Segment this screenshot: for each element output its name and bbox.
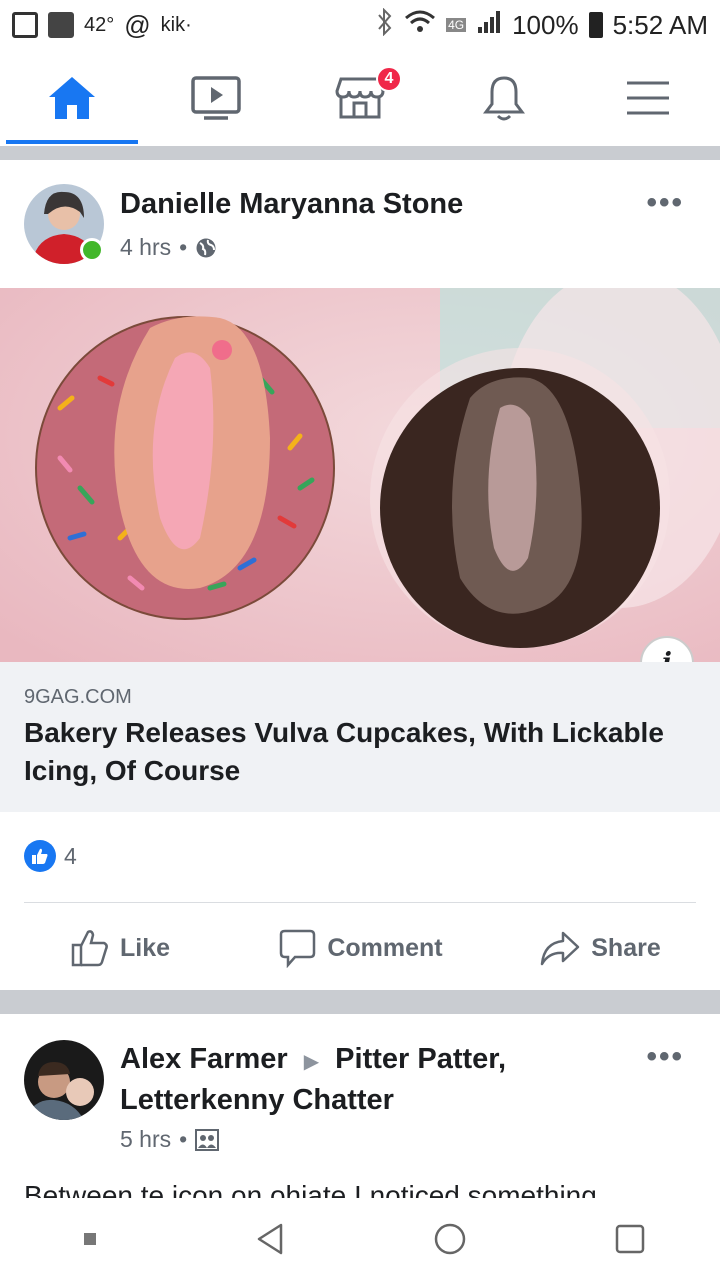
link-title: Bakery Releases Vulva Cupcakes, With Lic…	[24, 717, 664, 786]
home-circle-icon	[434, 1223, 466, 1255]
like-button[interactable]: Like	[0, 906, 240, 990]
comment-label: Comment	[327, 933, 443, 962]
gallery-icon	[48, 12, 74, 38]
notes-icon	[12, 12, 38, 38]
feed-divider	[0, 146, 720, 160]
overview-square-icon	[615, 1224, 645, 1254]
share-button[interactable]: Share	[480, 906, 720, 990]
like-count: 4	[64, 842, 77, 869]
post-time[interactable]: 4 hrs	[120, 234, 171, 261]
network-type: 4G	[446, 18, 467, 32]
link-preview-image[interactable]	[0, 288, 720, 662]
meta-dot: •	[179, 1126, 188, 1152]
arrow-right-icon: ▶	[303, 1051, 320, 1073]
feed-divider	[0, 990, 720, 1014]
share-icon	[541, 931, 580, 966]
more-options-icon[interactable]: •••	[646, 1040, 684, 1074]
temperature: 42°	[84, 13, 115, 36]
post-author: Alex Farmer ▶ Pitter Patter, Letterkenny…	[120, 1040, 660, 1119]
status-bar: 42° @ kik· 4G 100% 5:52 AM	[0, 0, 720, 50]
globe-icon	[196, 238, 216, 257]
share-label: Share	[591, 933, 661, 962]
online-indicator	[80, 238, 104, 262]
post-meta: 4 hrs •	[120, 234, 217, 261]
bell-icon	[483, 76, 525, 121]
top-navigation: 4	[0, 50, 720, 146]
notification-badge: 4	[376, 66, 402, 92]
square-dot-icon	[84, 1233, 96, 1245]
kik-icon: kik·	[160, 13, 192, 36]
wifi-icon	[404, 9, 436, 42]
like-reaction-icon	[24, 840, 56, 872]
back-triangle-icon	[257, 1223, 283, 1255]
overview-button[interactable]	[540, 1223, 720, 1255]
tab-home[interactable]	[0, 50, 144, 146]
group-icon	[195, 1128, 220, 1151]
home-button[interactable]	[360, 1222, 540, 1256]
tab-menu[interactable]	[576, 50, 720, 146]
clock: 5:52 AM	[612, 9, 708, 40]
comment-icon	[280, 929, 316, 968]
tab-marketplace[interactable]: 4	[288, 50, 432, 146]
thumbs-up-icon	[71, 930, 108, 967]
battery-icon	[588, 12, 603, 38]
avatar[interactable]	[24, 1040, 104, 1120]
recents-dot-button[interactable]	[0, 1233, 180, 1245]
link-domain: 9GAG.COM	[24, 686, 132, 708]
home-icon	[49, 77, 95, 119]
system-navigation-bar	[0, 1198, 720, 1280]
actions-separator	[24, 902, 696, 903]
video-icon	[191, 76, 241, 120]
hamburger-icon	[627, 81, 669, 115]
reaction-summary[interactable]: 4	[24, 840, 77, 872]
tab-watch[interactable]	[144, 50, 288, 146]
post-author-name[interactable]: Alex Farmer	[120, 1043, 288, 1075]
post-actions: Like Comment Share	[0, 906, 720, 990]
link-preview-box[interactable]: 9GAG.COM Bakery Releases Vulva Cupcakes,…	[0, 662, 720, 812]
post-author[interactable]: Danielle Maryanna Stone	[120, 188, 463, 221]
tab-notifications[interactable]	[432, 50, 576, 146]
post-meta: 5 hrs •	[120, 1126, 220, 1153]
signal-icon	[476, 9, 502, 42]
bluetooth-icon	[376, 7, 394, 43]
battery-percent: 100%	[512, 9, 579, 40]
back-button[interactable]	[180, 1222, 360, 1256]
post-time[interactable]: 5 hrs	[120, 1126, 171, 1153]
meta-dot: •	[179, 234, 188, 260]
more-options-icon[interactable]: •••	[646, 186, 684, 220]
like-label: Like	[119, 933, 171, 962]
at-icon: @	[124, 9, 151, 40]
comment-button[interactable]: Comment	[240, 906, 480, 990]
